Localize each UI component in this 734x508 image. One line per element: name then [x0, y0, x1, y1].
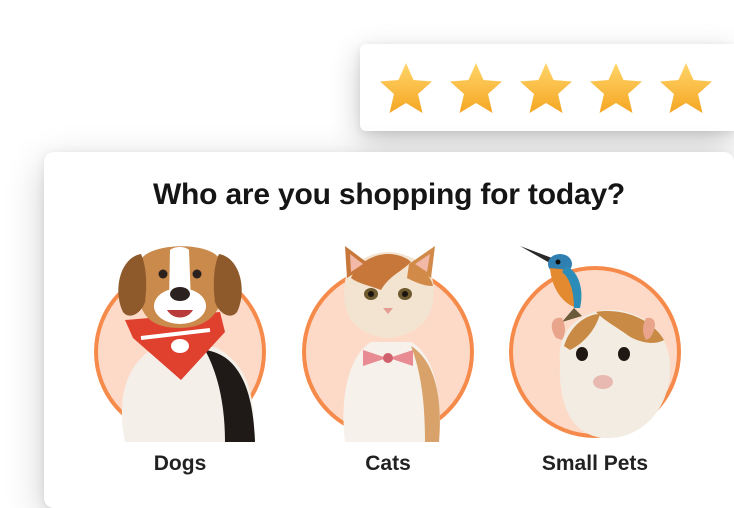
shopping-card: Who are you shopping for today? Dogs Cat… [44, 152, 734, 508]
page: Who are you shopping for today? Dogs Cat… [0, 0, 734, 508]
star-icon [520, 62, 572, 113]
small-pets-photo [509, 246, 681, 438]
page-title: Who are you shopping for today? [152, 178, 626, 211]
star-icon [450, 62, 502, 113]
dog-photo [94, 246, 266, 442]
rating-card [360, 44, 734, 131]
category-label-cats: Cats [365, 452, 411, 475]
star-icon [380, 62, 432, 113]
star-icon [660, 62, 712, 113]
star-icon [590, 62, 642, 113]
category-label-dogs: Dogs [153, 452, 207, 475]
category-small-pets[interactable]: Small Pets [500, 242, 690, 482]
category-cats[interactable]: Cats [293, 242, 483, 482]
cat-photo [302, 246, 474, 442]
category-dogs[interactable]: Dogs [85, 242, 275, 482]
category-label-small-pets: Small Pets [541, 452, 649, 475]
